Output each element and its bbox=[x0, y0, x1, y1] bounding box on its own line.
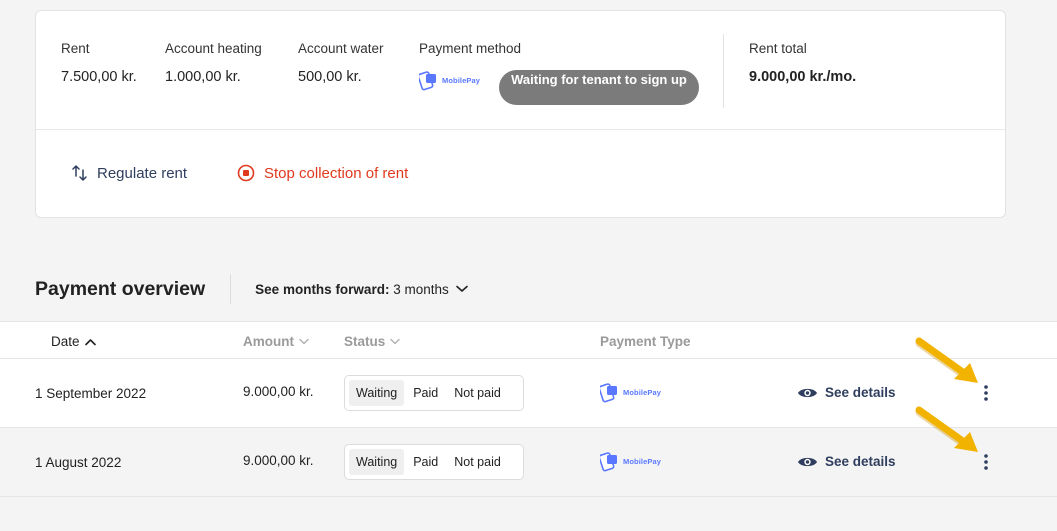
date-header-label: Date bbox=[51, 334, 80, 349]
water-value: 500,00 kr. bbox=[298, 69, 362, 85]
regulate-rent-label: Regulate rent bbox=[97, 164, 188, 182]
months-forward-value: 3 months bbox=[393, 281, 449, 297]
payment-method-label: Payment method bbox=[419, 41, 522, 56]
chevron-down-icon bbox=[299, 338, 309, 345]
amount-column-header[interactable]: Amount bbox=[243, 334, 309, 349]
rent-total-value: 9.000,00 kr./mo. bbox=[749, 69, 857, 85]
rent-summary-card: Rent 7.500,00 kr. Account heating 1.000,… bbox=[35, 10, 1006, 218]
mobilepay-logo-text: MobilePay bbox=[623, 456, 661, 466]
rent-value: 7.500,00 kr. bbox=[61, 69, 137, 85]
payment-status-pill: Waiting for tenant to sign up bbox=[499, 70, 699, 105]
stop-collection-label: Stop collection of rent bbox=[264, 164, 409, 182]
months-forward-label: See months forward: bbox=[255, 281, 390, 297]
status-not-paid-button[interactable]: Not paid bbox=[447, 449, 508, 475]
eye-icon bbox=[798, 457, 817, 466]
mobilepay-logo-text: MobilePay bbox=[442, 75, 480, 85]
annotation-arrow-icon bbox=[915, 337, 978, 383]
amount-header-label: Amount bbox=[243, 334, 294, 349]
vertical-divider bbox=[723, 34, 724, 108]
mobilepay-logo-text: MobilePay bbox=[623, 387, 661, 397]
arrows-up-down-icon bbox=[72, 165, 87, 181]
mobilepay-logo: MobilePay bbox=[419, 69, 480, 91]
see-details-label: See details bbox=[825, 385, 896, 400]
rent-total-column: Rent total 9.000,00 kr./mo. bbox=[749, 41, 856, 85]
rent-column: Rent 7.500,00 kr. bbox=[61, 41, 137, 85]
chevron-up-icon bbox=[84, 338, 96, 345]
mobilepay-icon bbox=[600, 383, 617, 403]
rent-actions: Regulate rent Stop collection of rent bbox=[36, 130, 1005, 218]
status-header-label: Status bbox=[344, 334, 386, 349]
status-column-header[interactable]: Status bbox=[344, 334, 400, 349]
status-paid-button[interactable]: Paid bbox=[406, 380, 445, 406]
mobilepay-icon bbox=[419, 71, 436, 91]
status-segmented-control: Waiting Paid Not paid bbox=[344, 375, 524, 411]
eye-icon bbox=[798, 388, 817, 397]
payment-overview-header: Payment overview See months forward: 3 m… bbox=[35, 274, 468, 304]
status-not-paid-button[interactable]: Not paid bbox=[447, 380, 508, 406]
row-date: 1 August 2022 bbox=[35, 455, 122, 470]
water-column: Account water 500,00 kr. bbox=[298, 41, 384, 85]
row-amount: 9.000,00 kr. bbox=[243, 384, 314, 399]
status-segmented-control: Waiting Paid Not paid bbox=[344, 444, 524, 480]
rent-breakdown: Rent 7.500,00 kr. Account heating 1.000,… bbox=[36, 11, 1005, 130]
status-paid-button[interactable]: Paid bbox=[406, 449, 445, 475]
see-details-link[interactable]: See details bbox=[797, 454, 896, 469]
status-waiting-button[interactable]: Waiting bbox=[349, 380, 405, 406]
see-details-label: See details bbox=[825, 454, 896, 469]
stop-circle-icon bbox=[237, 164, 255, 182]
payment-table: Date Amount Status Payment Type 1 Septem… bbox=[0, 321, 1057, 497]
mobilepay-icon bbox=[600, 452, 617, 472]
table-row: 1 August 2022 9.000,00 kr. Waiting Paid … bbox=[0, 428, 1057, 497]
payment-type-column-header: Payment Type bbox=[600, 334, 691, 349]
chevron-down-icon bbox=[455, 285, 468, 292]
date-column-header[interactable]: Date bbox=[51, 334, 96, 349]
heating-column: Account heating 1.000,00 kr. bbox=[165, 41, 262, 85]
months-forward-dropdown[interactable]: See months forward: 3 months bbox=[255, 282, 468, 297]
heating-value: 1.000,00 kr. bbox=[165, 69, 241, 85]
payment-type-header-label: Payment Type bbox=[600, 334, 691, 349]
months-forward-text: See months forward: 3 months bbox=[255, 282, 449, 297]
row-amount: 9.000,00 kr. bbox=[243, 453, 314, 468]
row-date: 1 September 2022 bbox=[35, 386, 147, 401]
rent-total-label: Rent total bbox=[749, 41, 807, 56]
annotation-arrow-icon bbox=[915, 406, 978, 452]
rent-label: Rent bbox=[61, 41, 90, 56]
regulate-rent-button[interactable]: Regulate rent bbox=[72, 164, 187, 182]
mobilepay-logo: MobilePay bbox=[600, 450, 661, 472]
stop-collection-button[interactable]: Stop collection of rent bbox=[237, 164, 408, 182]
table-header: Date Amount Status Payment Type bbox=[0, 321, 1057, 359]
table-row: 1 September 2022 9.000,00 kr. Waiting Pa… bbox=[0, 359, 1057, 428]
status-waiting-button[interactable]: Waiting bbox=[349, 449, 405, 475]
header-divider bbox=[230, 274, 232, 304]
water-label: Account water bbox=[298, 41, 384, 56]
mobilepay-logo: MobilePay bbox=[600, 381, 661, 403]
heating-label: Account heating bbox=[165, 41, 262, 56]
see-details-link[interactable]: See details bbox=[797, 385, 896, 400]
payment-overview-title: Payment overview bbox=[35, 277, 206, 300]
chevron-down-icon bbox=[390, 338, 400, 345]
